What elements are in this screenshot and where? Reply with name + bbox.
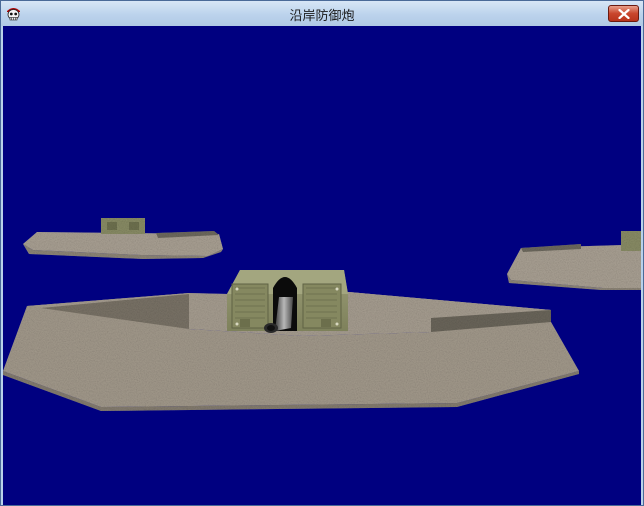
- turret: [227, 270, 348, 333]
- close-button[interactable]: [608, 5, 639, 22]
- close-icon: [618, 9, 630, 19]
- coastal-gun-emplacement-main: [3, 270, 579, 411]
- bunker-right: [507, 231, 641, 290]
- app-window: 沿岸防御炮: [0, 0, 644, 506]
- bunker-left: [23, 218, 223, 259]
- game-viewport[interactable]: [3, 26, 641, 505]
- title-bar[interactable]: 沿岸防御炮: [1, 1, 643, 26]
- window-title: 沿岸防御炮: [289, 9, 355, 24]
